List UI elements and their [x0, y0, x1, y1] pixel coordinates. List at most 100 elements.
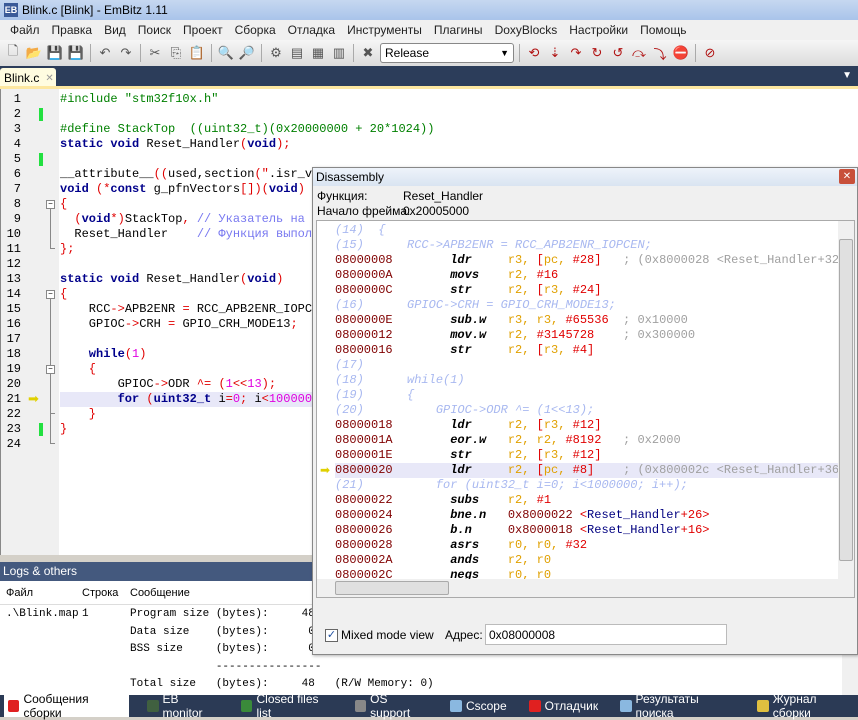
disassembly-line[interactable]: 0800002A ands r2, r0 — [335, 553, 551, 568]
menu-4[interactable]: Проект — [177, 23, 229, 37]
disassembly-line[interactable]: 08000024 bne.n 0x8000022 <Reset_Handler+… — [335, 508, 709, 523]
menu-0[interactable]: Файл — [4, 23, 46, 37]
debug-off-icon[interactable]: ⊘ — [701, 44, 719, 62]
menu-2[interactable]: Вид — [98, 23, 132, 37]
asm-token: 08000008 — [335, 253, 451, 267]
disassembly-line[interactable]: (20) GPIOC->ODR ^= (1<<13); — [335, 403, 594, 418]
bottom-tab-magnifier[interactable]: Cscope — [446, 695, 511, 717]
mixed-mode-checkbox[interactable]: ✓ — [325, 629, 338, 642]
menu-10[interactable]: Настройки — [563, 23, 634, 37]
compile-icon[interactable]: ▤ — [288, 44, 306, 62]
open-icon[interactable]: 📂 — [25, 44, 43, 62]
find-icon[interactable]: 🔍 — [217, 44, 235, 62]
bottom-tab-flag[interactable]: Сообщения сборки — [4, 692, 130, 720]
fold-toggle[interactable]: − — [46, 290, 55, 299]
menu-1[interactable]: Правка — [46, 23, 99, 37]
replace-icon[interactable]: 🔎 — [238, 44, 256, 62]
fold-toggle[interactable]: − — [46, 200, 55, 209]
bottom-tab-label: EB monitor — [162, 692, 203, 720]
menu-3[interactable]: Поиск — [132, 23, 177, 37]
scrollbar-thumb[interactable] — [839, 239, 853, 561]
disassembly-line[interactable]: (19) { — [335, 388, 414, 403]
menu-6[interactable]: Отладка — [282, 23, 341, 37]
menu-7[interactable]: Инструменты — [341, 23, 428, 37]
disassembly-line[interactable]: 08000026 b.n 0x8000018 <Reset_Handler+16… — [335, 523, 709, 538]
bottom-tab-debugger[interactable]: Отладчик — [525, 695, 602, 717]
bottom-tab-os[interactable]: OS support — [351, 692, 432, 720]
next-instruction-icon[interactable]: ⤵ — [651, 44, 669, 62]
code-token: void — [60, 182, 97, 196]
menu-9[interactable]: DoxyBlocks — [489, 23, 564, 37]
settings-icon[interactable]: ✖ — [359, 44, 377, 62]
rebuild-icon[interactable]: ▦ — [309, 44, 327, 62]
disassembly-line[interactable]: 0800000C str r2, [r3, #24] — [335, 283, 601, 298]
vertical-scrollbar[interactable] — [838, 221, 854, 581]
stop-icon[interactable]: ⛔ — [672, 44, 690, 62]
column-file[interactable]: Файл — [6, 587, 33, 599]
code-line[interactable]: static void Reset_Handler(void); — [60, 137, 858, 152]
disassembly-line[interactable]: (21) for (uint32_t i=0; i<1000000; i++); — [335, 478, 688, 493]
disassembly-line[interactable]: 08000016 str r2, [r3, #4] — [335, 343, 594, 358]
disassembly-line[interactable]: 08000020 ldr r2, [pc, #8] ; (0x800002c <… — [335, 463, 854, 478]
asm-token: [ — [536, 343, 544, 357]
disassembly-line[interactable]: 0800001E str r2, [r3, #12] — [335, 448, 601, 463]
change-marker — [39, 108, 43, 121]
bottom-tab-terminal[interactable]: EB monitor — [143, 692, 223, 720]
undo-icon[interactable]: ↶ — [96, 44, 114, 62]
redo-icon[interactable]: ↷ — [117, 44, 135, 62]
code-line[interactable]: #define StackTop ((uint32_t)(0x20000000 … — [60, 122, 858, 137]
line-number: 21 — [6, 392, 21, 406]
change-marker — [39, 153, 43, 166]
disassembly-line[interactable]: 08000018 ldr r2, [r3, #12] — [335, 418, 601, 433]
frame-label: Начало фрейма: — [317, 204, 411, 218]
tab-list-dropdown-icon[interactable]: ▼ — [842, 70, 852, 81]
disassembly-line[interactable]: (15) RCC->APB2ENR = RCC_APB2ENR_IOPCEN; — [335, 238, 652, 253]
clean-icon[interactable]: ▥ — [330, 44, 348, 62]
close-icon[interactable]: ✕ — [45, 73, 53, 84]
toolbar-separator — [140, 44, 141, 62]
disassembly-line[interactable]: 08000008 ldr r3, [pc, #28] ; (0x8000028 … — [335, 253, 854, 268]
scrollbar-thumb[interactable] — [335, 581, 449, 595]
menu-8[interactable]: Плагины — [428, 23, 489, 37]
disassembly-line[interactable]: (14) { — [335, 223, 385, 238]
disassembly-line[interactable]: 0800000E sub.w r3, r3, #65536 ; 0x10000 — [335, 313, 688, 328]
step-over-icon[interactable]: ↻ — [588, 44, 606, 62]
bottom-tab-build-log[interactable]: Журнал сборки — [753, 692, 858, 720]
menu-11[interactable]: Помощь — [634, 23, 692, 37]
address-input[interactable]: 0x08000008 — [485, 624, 727, 645]
step-into-icon[interactable]: ↷ — [567, 44, 585, 62]
cut-icon[interactable]: ✂ — [146, 44, 164, 62]
asm-token: eor.w — [450, 433, 508, 447]
new-file-icon[interactable]: 🗋 — [4, 43, 22, 62]
menu-bar: Файл Правка Вид Поиск Проект Сборка Отладка Инс… — [0, 20, 858, 40]
code-line[interactable]: #include "stm32f10x.h" — [60, 92, 858, 107]
disassembly-line[interactable]: (18) while(1) — [335, 373, 465, 388]
column-line[interactable]: Строка — [82, 587, 118, 599]
disassembly-line[interactable]: (17) — [335, 358, 364, 373]
disassembly-line[interactable]: (16) GPIOC->CRH = GPIO_CRH_MODE13; — [335, 298, 616, 313]
bottom-tab-file-list[interactable]: Closed files list — [237, 692, 337, 720]
save-icon[interactable]: 💾 — [46, 44, 64, 62]
menu-5[interactable]: Сборка — [229, 23, 282, 37]
disassembly-line[interactable]: 08000022 subs r2, #1 — [335, 493, 551, 508]
copy-icon[interactable]: ⎘ — [167, 44, 185, 62]
disassembly-line[interactable]: 0800001A eor.w r2, r2, #8192 ; 0x2000 — [335, 433, 681, 448]
disassembly-line[interactable]: 0800000A movs r2, #16 — [335, 268, 558, 283]
reset-icon[interactable]: ⟲ — [525, 44, 543, 62]
step-out-icon[interactable]: ↺ — [609, 44, 627, 62]
bottom-tab-magnifier[interactable]: Результаты поиска — [616, 692, 739, 720]
disassembly-line[interactable]: 08000028 asrs r0, r0, #32 — [335, 538, 587, 553]
disassembly-line[interactable]: 08000012 mov.w r2, #3145728 ; 0x300000 — [335, 328, 695, 343]
paste-icon[interactable]: 📋 — [188, 44, 206, 62]
disassembly-listing[interactable]: (14) {(15) RCC->APB2ENR = RCC_APB2ENR_IO… — [316, 220, 855, 598]
build-icon[interactable]: ⚙ — [267, 44, 285, 62]
build-target-select[interactable]: Release ▼ — [380, 43, 514, 63]
column-message[interactable]: Сообщение — [130, 587, 190, 599]
save-all-icon[interactable]: 💾 — [67, 44, 85, 62]
fold-toggle[interactable]: − — [46, 365, 55, 374]
run-to-cursor-icon[interactable]: ⇣ — [546, 44, 564, 62]
next-line-icon[interactable]: ⤼ — [630, 44, 648, 62]
close-icon[interactable]: ✕ — [839, 169, 855, 184]
horizontal-scrollbar[interactable] — [317, 579, 854, 597]
tab-blink-c[interactable]: Blink.c ✕ — [0, 68, 56, 88]
